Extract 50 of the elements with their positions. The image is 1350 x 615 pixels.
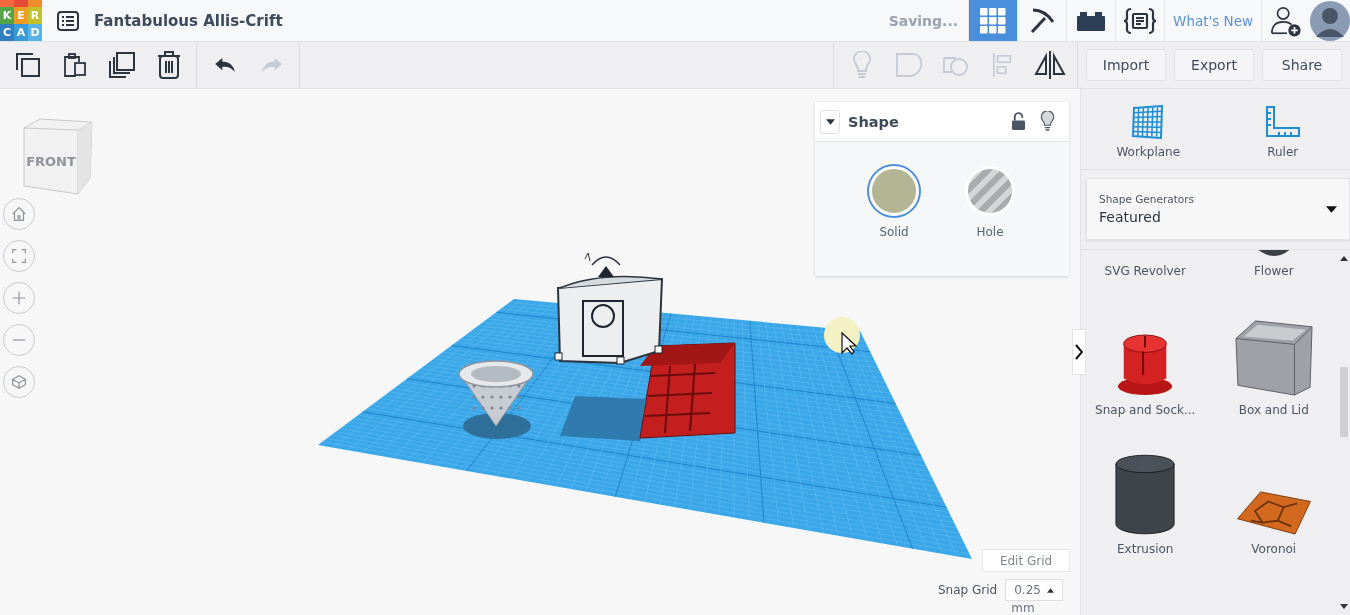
caret-down-icon[interactable] [825, 118, 835, 125]
caret-down-icon[interactable] [1326, 205, 1337, 213]
lightbulb-icon[interactable] [1040, 111, 1055, 132]
cylinder-shape-icon[interactable] [1114, 454, 1177, 536]
shape-name[interactable]: SVG Revolver [1104, 264, 1186, 278]
shape-name[interactable]: Box and Lid [1238, 403, 1309, 417]
selected-box-drawing[interactable] [554, 275, 664, 365]
mouse-cursor-icon [824, 317, 860, 355]
chevron-right-icon[interactable] [1075, 344, 1083, 360]
code-icon[interactable] [1123, 6, 1158, 35]
project-title[interactable]: Fantabulous Allis-Crift [94, 11, 283, 30]
ruler-tool[interactable]: Ruler [1215, 89, 1350, 169]
workplane-icon[interactable] [1131, 105, 1166, 139]
fit-icon[interactable] [3, 240, 35, 272]
voronoi-box-drawing[interactable] [639, 342, 736, 439]
box-shape-icon[interactable] [1233, 319, 1314, 397]
lock-icon[interactable] [1011, 112, 1026, 131]
save-status: Saving... [888, 12, 959, 29]
scrollbar-thumb[interactable] [1340, 367, 1348, 437]
grid-icon[interactable] [980, 7, 1007, 34]
socket-shape-icon[interactable] [1116, 331, 1175, 397]
ruler-icon[interactable] [1264, 105, 1301, 139]
strainer-drawing[interactable] [458, 360, 534, 439]
snap-grid-unit: mm [1011, 601, 1035, 615]
shape-library-dropdown[interactable]: Shape Generators Featured [1086, 178, 1350, 240]
brick-icon[interactable] [1077, 10, 1106, 31]
panel-toggle-button[interactable] [1072, 329, 1086, 375]
edit-grid-button[interactable]: Edit Grid [982, 549, 1070, 572]
shape-name[interactable]: Snap and Sock... [1095, 403, 1196, 417]
workplane-tool[interactable]: Workplane [1081, 89, 1216, 169]
shape-name[interactable]: Extrusion [1117, 542, 1174, 556]
shape-name[interactable]: Voronoi [1251, 542, 1297, 556]
action-button[interactable]: Import [1086, 49, 1166, 81]
rotate-handle-icon[interactable] [584, 252, 621, 277]
inspector-title: Shape [848, 113, 899, 130]
scroll-down-icon[interactable] [1340, 604, 1348, 609]
snap-grid-label: Snap Grid [938, 583, 998, 597]
voronoi-tile-icon[interactable] [1234, 490, 1313, 536]
snap-grid-select[interactable]: 0.25 [1005, 579, 1064, 601]
menu-icon[interactable] [57, 10, 79, 31]
avatar-icon[interactable] [1310, 0, 1350, 41]
scroll-up-icon[interactable] [1340, 256, 1348, 261]
action-button[interactable]: Share [1262, 49, 1342, 81]
tinkercad-logo[interactable]: K E R C A D [0, 0, 42, 41]
collapse-button[interactable] [820, 109, 840, 134]
spinner-up-icon[interactable] [1047, 587, 1055, 593]
shape-name[interactable]: Flower [1253, 264, 1294, 278]
perspective-icon[interactable] [3, 366, 35, 398]
home-icon[interactable] [3, 198, 35, 230]
action-button[interactable]: Export [1174, 49, 1254, 81]
